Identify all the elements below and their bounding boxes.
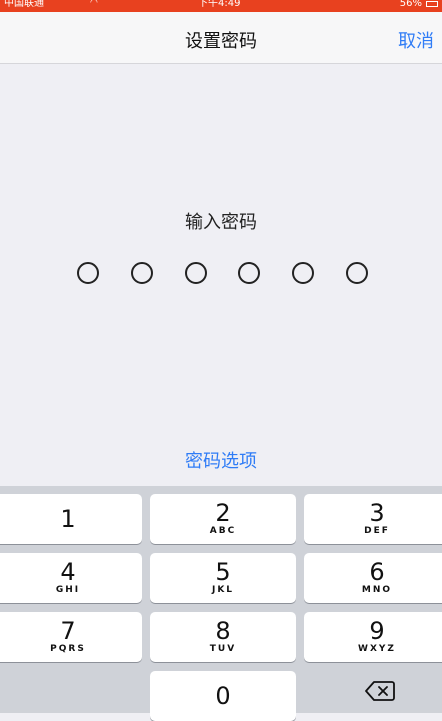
battery-percentage: 56% [399, 0, 422, 9]
delete-key-icon[interactable] [365, 681, 395, 701]
key-digit: 4 [60, 558, 76, 586]
carrier-label: 中国联通 [4, 0, 44, 9]
key-6[interactable]: 6 MNO [304, 553, 442, 603]
key-letters: GHI [55, 585, 81, 595]
status-time: 下午4:49 [198, 0, 241, 9]
key-8[interactable]: 8 TUV [150, 612, 296, 662]
key-1[interactable]: 1 [0, 494, 142, 544]
key-digit: 0 [215, 682, 231, 710]
passcode-dot [292, 262, 314, 284]
passcode-prompt: 输入密码 [185, 212, 257, 233]
key-digit: 8 [215, 617, 231, 645]
wifi-icon: ◠ [90, 0, 98, 8]
key-letters: MNO [361, 585, 393, 595]
key-digit: 6 [369, 558, 385, 586]
key-letters: ABC [209, 526, 237, 536]
key-letters: WXYZ [358, 644, 396, 654]
key-letters: JKL [211, 585, 235, 595]
navigation-bar: 设置密码 取消 [0, 12, 442, 64]
passcode-dot [77, 262, 99, 284]
key-letters: TUV [209, 644, 237, 654]
key-0[interactable]: 0 [150, 671, 296, 721]
key-digit: 7 [60, 617, 76, 645]
key-letters: DEF [364, 526, 390, 536]
key-9[interactable]: 9 WXYZ [304, 612, 442, 662]
key-digit: 3 [369, 499, 385, 527]
status-bar: 中国联通 ◠ 下午4:49 56% [0, 0, 442, 12]
cancel-button[interactable]: 取消 [398, 27, 434, 53]
key-3[interactable]: 3 DEF [304, 494, 442, 544]
key-digit: 9 [369, 617, 385, 645]
passcode-dot [346, 262, 368, 284]
passcode-dot [238, 262, 260, 284]
key-5[interactable]: 5 JKL [150, 553, 296, 603]
passcode-options-link[interactable]: 密码选项 [0, 447, 442, 473]
passcode-dot [131, 262, 153, 284]
page-title: 设置密码 [185, 31, 257, 52]
numeric-keypad: 1 2 ABC 3 DEF 4 GHI 5 JKL 6 MNO 7 PQRS 8… [0, 486, 442, 721]
key-2[interactable]: 2 ABC [150, 494, 296, 544]
passcode-dots [0, 262, 442, 286]
key-letters: PQRS [50, 644, 86, 654]
key-7[interactable]: 7 PQRS [0, 612, 142, 662]
key-digit: 2 [215, 499, 231, 527]
battery-icon [426, 1, 438, 7]
key-digit: 1 [60, 505, 76, 533]
passcode-dot [185, 262, 207, 284]
key-4[interactable]: 4 GHI [0, 553, 142, 603]
key-digit: 5 [215, 558, 231, 586]
